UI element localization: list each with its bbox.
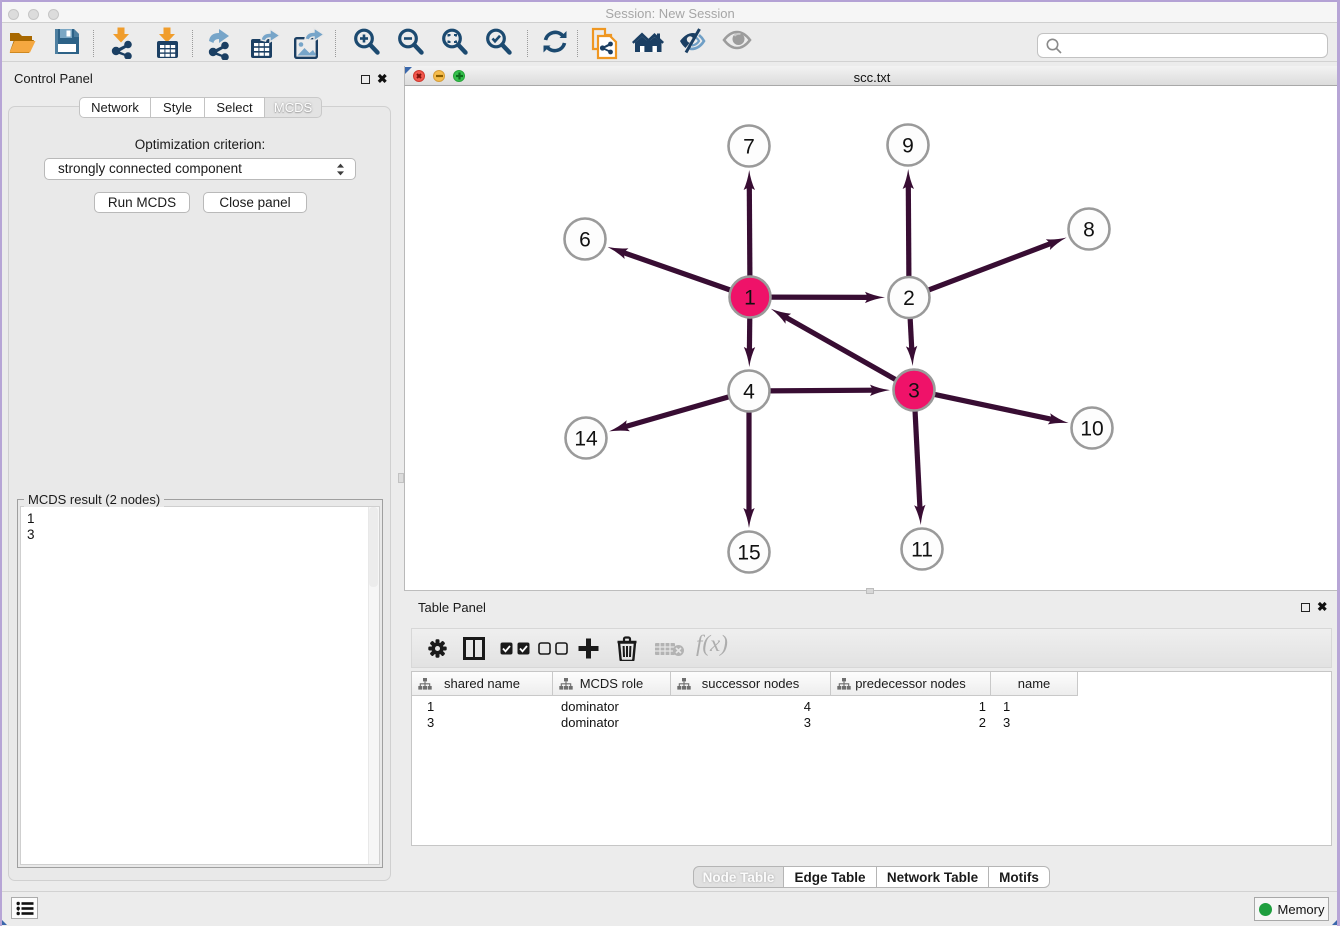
svg-text:9: 9: [902, 135, 914, 158]
svg-text:8: 8: [1083, 219, 1095, 242]
svg-text:7: 7: [743, 136, 755, 159]
svg-text:6: 6: [579, 229, 591, 252]
svg-text:14: 14: [574, 428, 598, 451]
svg-text:11: 11: [911, 539, 933, 562]
svg-text:15: 15: [737, 542, 760, 565]
svg-text:1: 1: [744, 287, 756, 310]
svg-text:4: 4: [743, 381, 755, 404]
svg-text:10: 10: [1080, 418, 1103, 441]
svg-text:2: 2: [903, 287, 915, 310]
svg-text:3: 3: [908, 380, 920, 403]
